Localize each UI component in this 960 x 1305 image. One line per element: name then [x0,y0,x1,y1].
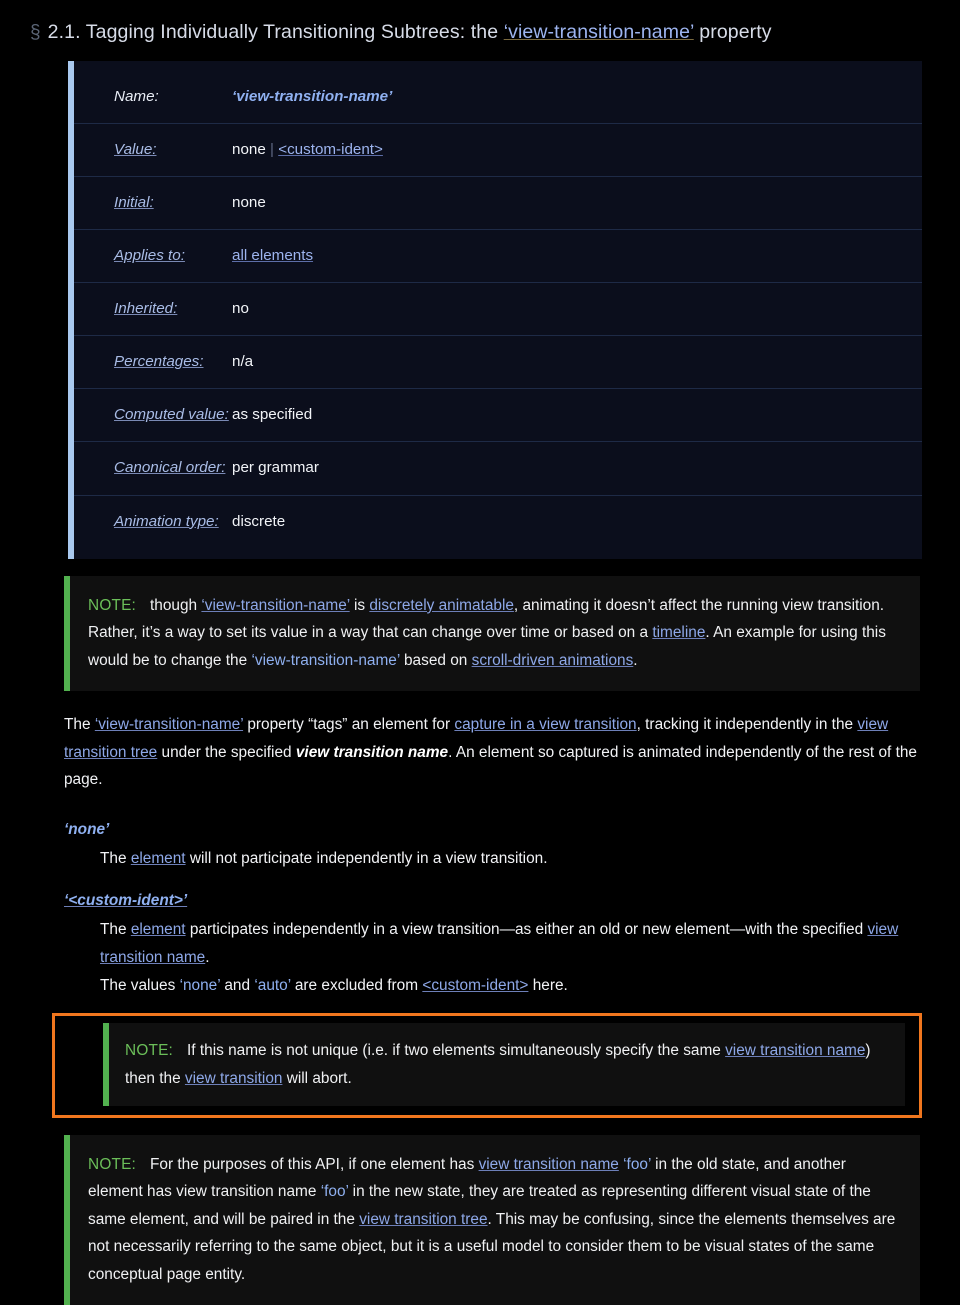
table-row: Percentages: n/a [71,335,922,390]
section-sign-icon[interactable]: § [30,22,41,43]
note3-seg1: For the purposes of this API, if one ele… [150,1155,475,1173]
row-value-animation-type: discrete [232,512,286,530]
table-row: Animation type: discrete [71,495,922,559]
row-key-value: Value: [71,123,232,177]
excl-seg3: are excluded from [294,976,419,994]
row-value-canonical-order: per grammar [232,441,922,496]
note-label: NOTE: [88,596,137,614]
excluded-values-paragraph: The values ‘none’ and ‘auto’ are exclude… [100,972,920,1000]
row-key-canonical-order: Canonical order: [71,441,232,496]
row-value-applies-to: all elements [232,229,922,284]
excl-seg1: The values [100,976,176,994]
value-desc-none: The element will not participate indepen… [100,845,920,873]
row-value-initial: none [232,176,922,230]
none-desc-seg2: will not participate independently in a … [189,850,548,868]
table-row: Inherited: no [71,282,922,337]
all-elements-link[interactable]: all elements [232,247,313,264]
highlighted-region: NOTE: If this name is not unique (i.e. if… [52,1013,922,1118]
row-value-inherited: no [232,282,922,337]
row-value-name: ‘view-transition-name’ [232,60,922,124]
table-row: Canonical order: per grammar [71,441,922,496]
row-key-initial: Initial: [71,176,232,230]
note-block-unique-name: NOTE: If this name is not unique (i.e. if… [103,1023,905,1106]
property-definition-table: Name: ‘view-transition-name’ Value: none… [68,60,922,559]
note1-property: ‘view-transition-name’ [251,651,400,669]
timeline-link[interactable]: timeline [652,624,705,641]
note-label: NOTE: [125,1042,174,1060]
property-name-value: ‘view-transition-name’ [232,87,393,105]
table-row: Computed value: as specified [71,388,922,443]
note1-seg1: though [150,596,198,614]
custom-ident-link[interactable]: <custom-ident> [278,141,383,158]
row-key-computed-value: Computed value: [71,388,232,443]
table-row: Initial: none [71,176,922,230]
note3-value-foo-new: ‘foo’ [320,1183,349,1201]
none-desc-seg1: The [100,850,127,868]
section-number: 2.1. [47,21,81,43]
para1-seg1: The [64,716,91,734]
view-transition-name-link[interactable]: view transition name [725,1042,865,1059]
excl-value-none: ‘none’ [179,976,221,994]
spec-page: § 2.1. Tagging Individually Transitioning… [0,0,960,1305]
table-row: Name: ‘view-transition-name’ [71,60,922,124]
intro-paragraph: The ‘view-transition-name’ property “tag… [64,711,920,794]
element-link[interactable]: element [131,850,186,867]
ci-desc-seg3: . [205,948,210,966]
table-row: Applies to: all elements [71,229,922,284]
para1-seg2: property “tags” an element for [247,716,451,734]
note-block-foo-pairing: NOTE: For the purposes of this API, if on… [64,1134,920,1305]
custom-ident-link[interactable]: <custom-ident> [422,977,528,994]
row-key-name: Name: [71,60,232,124]
row-value-computed-value: as specified [232,388,922,443]
ci-desc-seg2: participates independently in a view tra… [189,921,864,939]
view-transition-name-link[interactable]: ‘view-transition-name’ [201,597,349,614]
heading-text-after: property [699,21,772,43]
table-row: Value: none | <custom-ident> [71,123,922,177]
value-term-custom-ident[interactable]: ‘<custom-ident>’ [64,887,920,915]
row-key-percentages: Percentages: [71,335,232,390]
property-definition-table-wrapper: Name: ‘view-transition-name’ Value: none… [0,60,960,559]
note-label: NOTE: [88,1155,137,1173]
row-value-percentages: n/a [232,335,922,390]
scroll-driven-animations-link[interactable]: scroll-driven animations [472,652,634,669]
note-block-animatable: NOTE: though ‘view-transition-name’ is di… [64,575,920,692]
view-transition-name-link[interactable]: ‘view-transition-name’ [95,716,243,733]
row-key-applies-to: Applies to: [71,229,232,284]
view-transition-tree-link[interactable]: view transition tree [359,1211,487,1228]
note1-seg5: based on [404,651,468,669]
para1-seg3: , tracking it independently in the [636,716,854,734]
discretely-animatable-link[interactable]: discretely animatable [369,597,514,614]
excl-value-auto: ‘auto’ [254,976,291,994]
excl-seg4: here. [532,976,568,994]
view-transition-name-emphasis: view transition name [295,743,449,761]
page-title: § 2.1. Tagging Individually Transitioning… [0,0,960,48]
value-pipe: | [270,140,274,158]
value-desc-custom-ident: The element participates independently i… [100,916,920,971]
note2-seg1: If this name is not unique (i.e. if two … [187,1042,721,1060]
row-key-animation-type: Animation type: [114,512,219,530]
note2-seg3: will abort. [286,1069,352,1087]
para1-seg4: under the specified [161,743,292,761]
ci-desc-seg1: The [100,921,127,939]
view-transition-name-link[interactable]: view transition name [479,1156,619,1173]
value-none: none [232,140,266,158]
note1-seg6: . [633,651,638,669]
note3-value-foo-old: ‘foo’ [623,1155,651,1173]
excl-seg2: and [224,976,251,994]
capture-in-a-view-transition-link[interactable]: capture in a view transition [454,716,636,733]
row-key-inherited: Inherited: [71,282,232,337]
note1-seg2: is [353,596,366,614]
row-value-value: none | <custom-ident> [232,123,922,177]
value-definitions-list: ‘none’ The element will not participate … [64,816,920,999]
view-transition-link[interactable]: view transition [185,1070,283,1087]
heading-text-before: Tagging Individually Transitioning Subtr… [85,21,499,43]
value-term-none: ‘none’ [64,820,110,838]
element-link[interactable]: element [131,921,186,938]
heading-property-link[interactable]: ‘view-transition-name’ [504,21,694,43]
